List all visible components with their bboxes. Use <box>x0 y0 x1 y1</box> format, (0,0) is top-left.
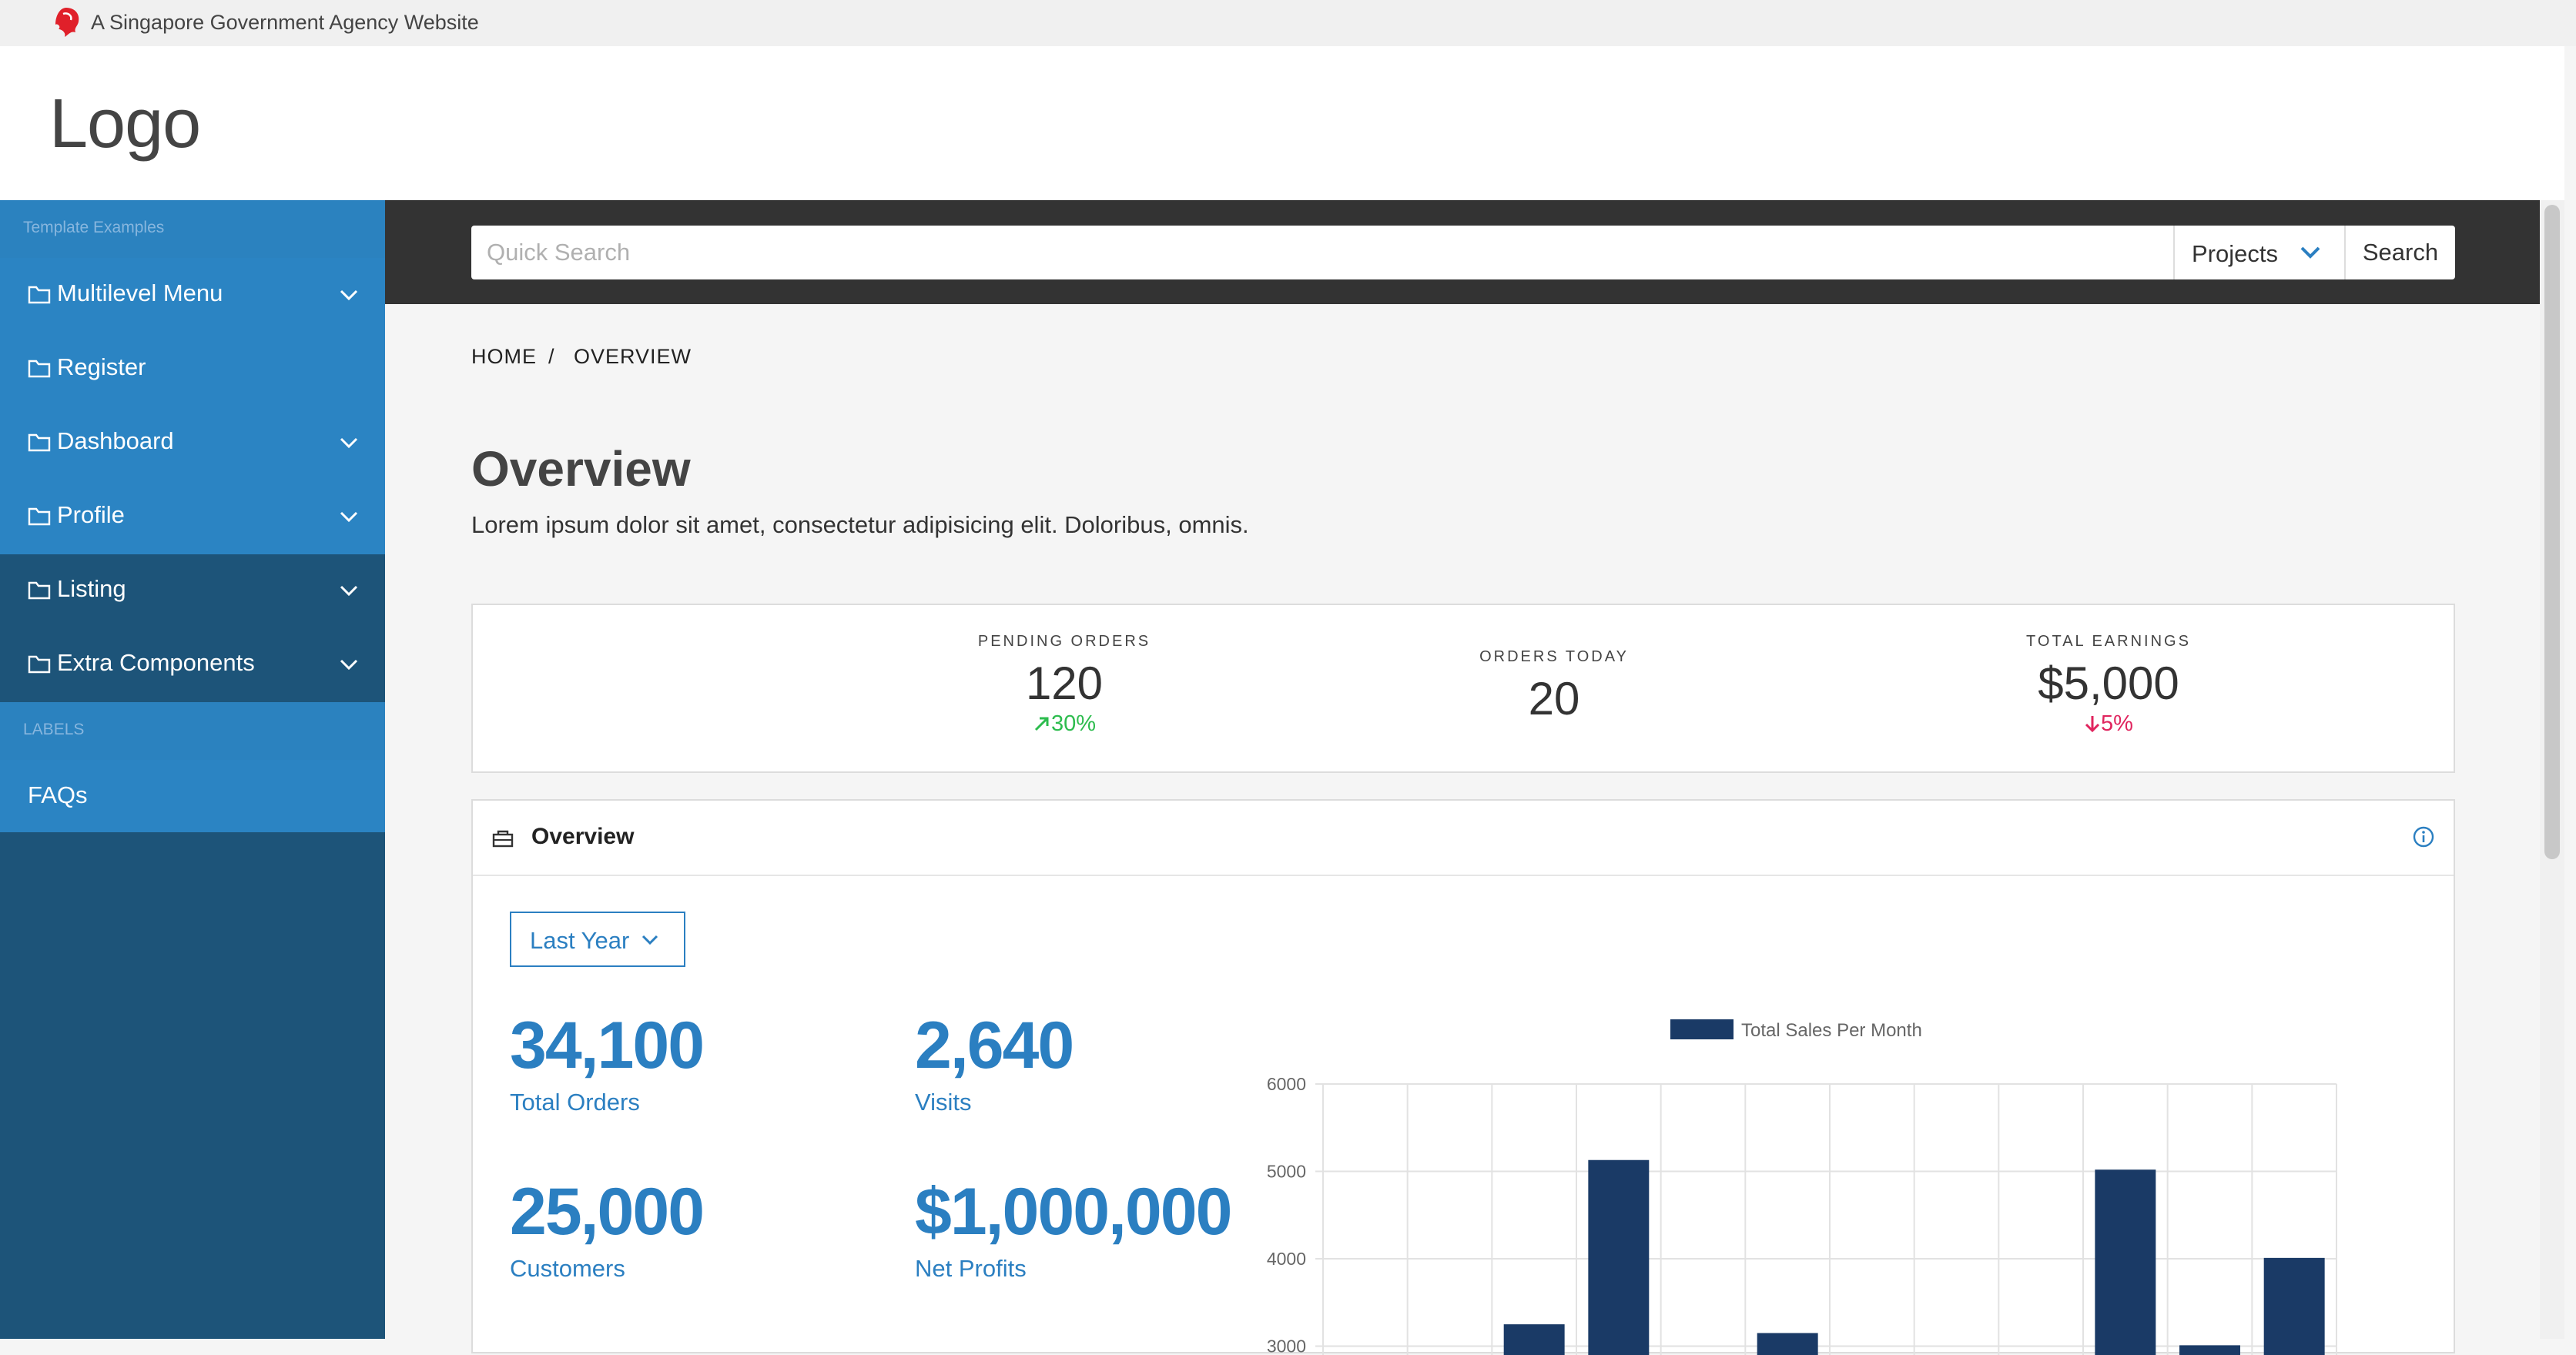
metric-label: Customers <box>510 1255 703 1283</box>
site-header: Logo <box>0 46 2564 200</box>
metric-total-orders: 34,100 Total Orders <box>510 1009 703 1116</box>
metric-label: Total Orders <box>510 1089 703 1116</box>
chevron-down-icon <box>641 933 659 947</box>
sales-bar-chart: Total Sales Per Month 6000 5000 4000 3000 <box>1243 1001 2398 1355</box>
sidebar-section-title: Template Examples <box>23 219 164 237</box>
stat-value: 120 <box>833 657 1295 710</box>
card-header: Overview <box>473 801 2454 876</box>
metric-net-profits: $1,000,000 Net Profits <box>915 1175 1231 1283</box>
chart-bar <box>1588 1160 1649 1355</box>
masthead-text: A Singapore Government Agency Website <box>91 11 479 35</box>
chart-bar <box>1504 1324 1565 1355</box>
sidebar-item-label: Dashboard <box>57 427 174 455</box>
folder-icon <box>28 580 51 600</box>
search-bar: Projects Search <box>385 200 2541 304</box>
period-dropdown[interactable]: Last Year <box>510 912 685 967</box>
sidebar-item-label: FAQs <box>28 781 88 809</box>
sidebar-item-dashboard[interactable]: Dashboard <box>0 406 385 480</box>
stat-label: TOTAL EARNINGS <box>1878 633 2340 651</box>
sidebar-item-label: Multilevel Menu <box>57 279 223 307</box>
stat-value: 20 <box>1323 672 1785 725</box>
quick-search-input[interactable] <box>471 226 2173 279</box>
stat-change-value: 30% <box>1051 711 1096 736</box>
sidebar-item-label: Register <box>57 353 146 381</box>
sidebar-item-multilevel-menu[interactable]: Multilevel Menu <box>0 258 385 332</box>
sidebar-item-profile[interactable]: Profile <box>0 480 385 554</box>
folder-icon <box>28 506 51 526</box>
chevron-down-icon <box>2300 244 2321 261</box>
breadcrumb-home[interactable]: HOME <box>471 345 537 369</box>
stat-change: 5% <box>1878 711 2340 737</box>
search-category-label: Projects <box>2192 240 2278 268</box>
sidebar-item-extra-components[interactable]: Extra Components <box>0 627 385 701</box>
sidebar: Template Examples Multilevel Menu Regist… <box>0 200 385 1339</box>
stat-label: ORDERS TODAY <box>1323 648 1785 666</box>
chevron-down-icon <box>339 657 359 672</box>
trend-up-icon <box>1033 714 1051 733</box>
search-category-select[interactable]: Projects <box>2173 226 2344 279</box>
metric-value: $1,000,000 <box>915 1175 1231 1249</box>
chart-bar <box>1757 1333 1818 1355</box>
breadcrumb-current: OVERVIEW <box>574 345 692 369</box>
folder-icon <box>28 432 51 452</box>
stat-orders-today: ORDERS TODAY 20 <box>1323 648 1785 725</box>
sidebar-item-listing[interactable]: Listing <box>0 554 385 627</box>
folder-icon <box>28 654 51 674</box>
sidebar-item-register[interactable]: Register <box>0 332 385 406</box>
sidebar-section-header: Template Examples <box>0 200 385 258</box>
chart-bar <box>2095 1169 2156 1355</box>
y-tick-label: 3000 <box>1267 1337 1306 1355</box>
chevron-down-icon <box>339 435 359 450</box>
scrollbar-thumb[interactable] <box>2544 205 2560 859</box>
info-icon[interactable] <box>2412 825 2435 848</box>
stat-total-earnings: TOTAL EARNINGS $5,000 5% <box>1878 633 2340 737</box>
chevron-down-icon <box>339 583 359 598</box>
sidebar-item-faqs[interactable]: FAQs <box>0 760 385 832</box>
metric-value: 25,000 <box>510 1175 703 1249</box>
sidebar-item-label: Profile <box>57 501 125 529</box>
chart-bar <box>2179 1345 2240 1355</box>
dashboard-icon <box>491 828 514 848</box>
breadcrumb-separator: / <box>548 345 555 369</box>
card-title: Overview <box>531 824 634 850</box>
chevron-down-icon <box>339 509 359 524</box>
page-title: Overview <box>471 440 691 497</box>
search-button[interactable]: Search <box>2344 226 2455 279</box>
sidebar-item-label: Extra Components <box>57 649 255 677</box>
overview-card: Overview Last Year 34,100 Total Orders 2… <box>471 799 2455 1353</box>
sidebar-section-title: LABELS <box>23 721 84 739</box>
chart-bar <box>2264 1258 2325 1355</box>
stats-panel: PENDING ORDERS 120 30% ORDERS TODAY 20 T… <box>471 604 2455 773</box>
metric-value: 2,640 <box>915 1009 1073 1082</box>
folder-icon <box>28 284 51 304</box>
page-subtitle: Lorem ipsum dolor sit amet, consectetur … <box>471 511 1249 539</box>
y-tick-label: 4000 <box>1267 1249 1306 1269</box>
lion-head-icon <box>52 6 82 38</box>
stat-pending-orders: PENDING ORDERS 120 30% <box>833 633 1295 737</box>
stat-change: 30% <box>833 711 1295 737</box>
stat-change-value: 5% <box>2101 711 2133 736</box>
legend-label: Total Sales Per Month <box>1741 1020 1922 1041</box>
y-tick-label: 5000 <box>1267 1162 1306 1182</box>
y-tick-label: 6000 <box>1267 1074 1306 1094</box>
sidebar-menu: Multilevel Menu Register Dashboard Profi… <box>0 258 385 554</box>
arrow-down-icon <box>2084 714 2101 733</box>
period-dropdown-label: Last Year <box>530 927 629 955</box>
chevron-down-icon <box>339 287 359 303</box>
metric-value: 34,100 <box>510 1009 703 1082</box>
metric-customers: 25,000 Customers <box>510 1175 703 1283</box>
sidebar-item-label: Listing <box>57 575 126 603</box>
sidebar-section-header: LABELS <box>0 702 385 760</box>
folder-icon <box>28 358 51 378</box>
legend-swatch <box>1670 1019 1734 1039</box>
site-logo[interactable]: Logo <box>49 85 200 164</box>
stat-value: $5,000 <box>1878 657 2340 710</box>
metric-label: Net Profits <box>915 1255 1231 1283</box>
government-masthead: A Singapore Government Agency Website <box>0 0 2576 46</box>
metric-visits: 2,640 Visits <box>915 1009 1073 1116</box>
stat-label: PENDING ORDERS <box>833 633 1295 651</box>
metric-label: Visits <box>915 1089 1073 1116</box>
